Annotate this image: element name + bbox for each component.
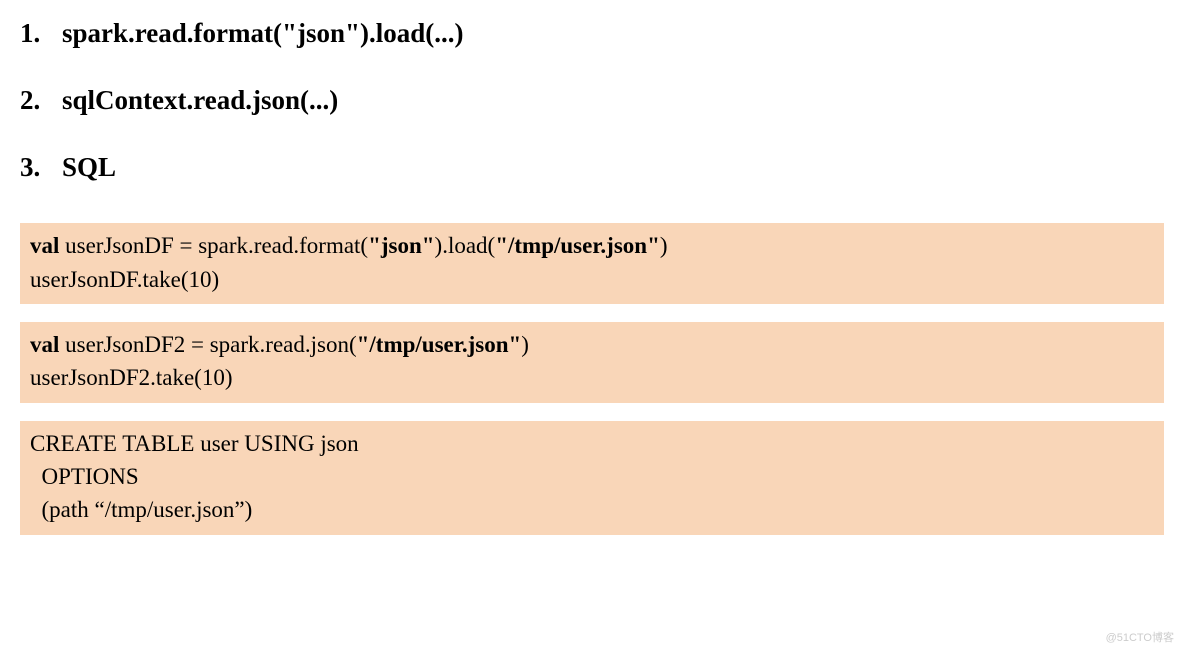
- keyword-val: val: [30, 233, 59, 258]
- code-line: userJsonDF2.take(10): [30, 365, 233, 390]
- code-blocks-container: val userJsonDF = spark.read.format("json…: [20, 223, 1164, 534]
- code-block-3: CREATE TABLE user USING json OPTIONS (pa…: [20, 421, 1164, 535]
- code-text: userJsonDF2 = spark.read.json(: [59, 332, 356, 357]
- code-block-1: val userJsonDF = spark.read.format("json…: [20, 223, 1164, 304]
- string-literal: "json": [368, 233, 434, 258]
- string-literal: "/tmp/user.json": [357, 332, 522, 357]
- code-line: userJsonDF.take(10): [30, 267, 219, 292]
- code-line: CREATE TABLE user USING json: [30, 431, 359, 456]
- string-literal: "/tmp/user.json": [495, 233, 660, 258]
- list-item-2: sqlContext.read.json(...): [20, 83, 1164, 118]
- code-text: userJsonDF = spark.read.format(: [59, 233, 368, 258]
- keyword-val: val: [30, 332, 59, 357]
- list-item-1: spark.read.format("json").load(...): [20, 16, 1164, 51]
- code-line: (path “/tmp/user.json”): [30, 497, 252, 522]
- methods-list: spark.read.format("json").load(...) sqlC…: [20, 16, 1164, 185]
- code-block-2: val userJsonDF2 = spark.read.json("/tmp/…: [20, 322, 1164, 403]
- code-text: ): [660, 233, 668, 258]
- code-line: OPTIONS: [30, 464, 139, 489]
- code-text: ): [521, 332, 529, 357]
- code-text: ).load(: [435, 233, 496, 258]
- watermark-text: @51CTO博客: [1106, 629, 1174, 645]
- list-item-3: SQL: [20, 150, 1164, 185]
